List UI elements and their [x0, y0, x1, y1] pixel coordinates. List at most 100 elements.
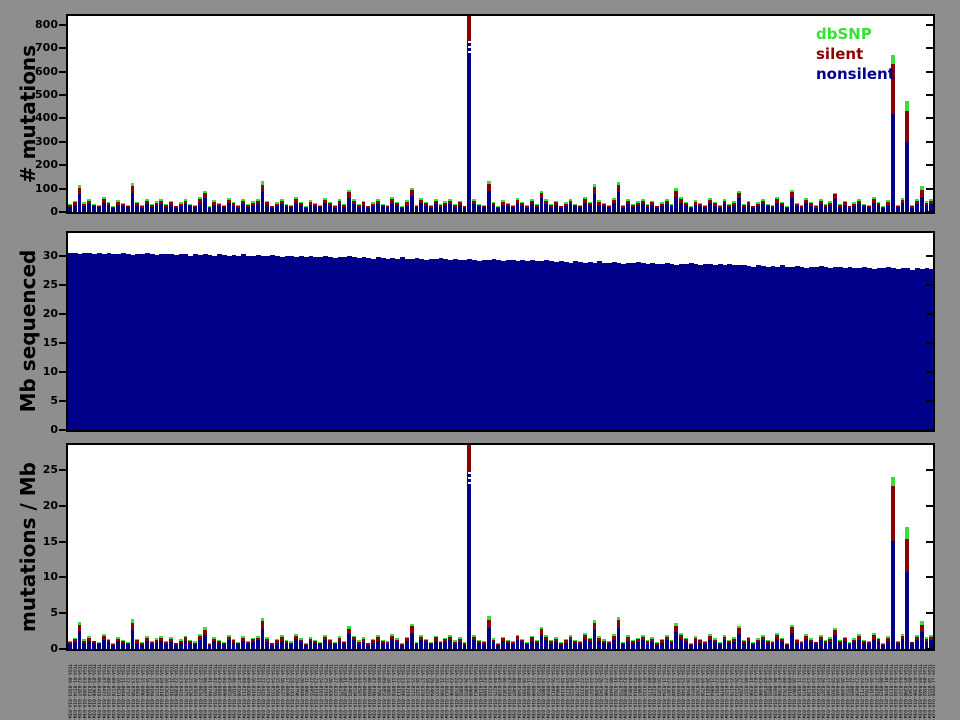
nonsilent-segment: [164, 206, 169, 212]
sample-bar: [443, 16, 448, 212]
sample-bar: [708, 16, 712, 212]
y-tick-mark: [926, 164, 933, 167]
sample-bar: [443, 445, 448, 649]
nonsilent-segment: [640, 640, 645, 649]
sample-bar: [573, 445, 578, 649]
sample-bar: [838, 445, 842, 649]
nonsilent-segment: [501, 204, 505, 212]
sample-bar: [664, 445, 669, 649]
sample-bar: [804, 16, 809, 212]
silent-segment: [616, 184, 621, 192]
y-tick-mark: [59, 47, 66, 50]
sample-bar: [279, 445, 284, 649]
nonsilent-segment: [366, 207, 371, 212]
nonsilent-segment: [568, 640, 573, 649]
sample-bar: [260, 16, 265, 212]
sample-bar: [424, 445, 428, 649]
sample-bar: [515, 445, 520, 649]
sample-bar: [279, 16, 284, 212]
nonsilent-segment: [265, 204, 270, 212]
sample-bar: [72, 16, 77, 212]
nonsilent-segment: [635, 641, 640, 649]
sample-bar: [876, 445, 881, 649]
sample-bar: [765, 16, 770, 212]
nonsilent-segment: [159, 203, 164, 212]
nonsilent-segment: [125, 207, 130, 212]
sample-bar: [390, 16, 395, 212]
sample-bar: [823, 445, 828, 649]
sample-bar: [323, 16, 327, 212]
nonsilent-segment: [323, 639, 327, 649]
sample-bar: [563, 445, 568, 649]
sample-bar: [250, 16, 255, 212]
sample-bar: [265, 16, 270, 212]
sample-bar: [650, 445, 655, 649]
nonsilent-segment: [313, 206, 318, 212]
sample-bar: [910, 445, 914, 649]
nonsilent-segment: [433, 640, 438, 649]
x-axis-sample-labels: TCGA-00-0101-01A-01W-0205-08 TCGA-01-0154…: [66, 664, 936, 720]
nonsilent-segment: [308, 641, 313, 649]
nonsilent-segment: [197, 202, 202, 212]
sample-bar: [135, 16, 140, 212]
nonsilent-segment: [530, 204, 534, 212]
sample-bar: [246, 16, 250, 212]
nonsilent-segment: [212, 641, 217, 649]
sample-bar: [602, 445, 606, 649]
nonsilent-segment: [202, 197, 207, 212]
sample-bar: [337, 445, 342, 649]
sample-bar: [881, 445, 886, 649]
nonsilent-segment: [72, 204, 77, 212]
nonsilent-segment: [265, 641, 270, 649]
nonsilent-segment: [910, 207, 914, 212]
sample-bar: [332, 445, 337, 649]
sample-bar: [611, 16, 616, 212]
nonsilent-segment: [780, 205, 785, 212]
nonsilent-segment: [250, 642, 255, 649]
sample-bar: [919, 16, 924, 212]
sample-bar: [159, 16, 164, 212]
sample-bar: [409, 445, 414, 649]
nonsilent-segment: [650, 204, 655, 212]
sample-bar: [650, 16, 655, 212]
nonsilent-segment: [481, 644, 486, 649]
sample-bar: [145, 16, 149, 212]
sample-bar: [409, 16, 414, 212]
sample-bar: [549, 445, 554, 649]
y-tick-mark: [59, 94, 66, 97]
nonsilent-segment: [727, 206, 732, 212]
sample-bar: [351, 445, 356, 649]
nonsilent-segment: [602, 206, 606, 212]
nonsilent-segment: [857, 640, 862, 649]
sample-bar: [274, 445, 279, 649]
nonsilent-segment: [173, 207, 178, 212]
sample-bar: [120, 445, 125, 649]
y-tick-label: 20: [42, 307, 58, 321]
sample-bar: [82, 445, 87, 649]
nonsilent-segment: [149, 643, 154, 649]
nonsilent-segment: [212, 204, 217, 212]
nonsilent-segment: [919, 632, 924, 649]
nonsilent-segment: [395, 205, 400, 212]
sample-bar: [775, 16, 780, 212]
sample-bar: [751, 445, 756, 649]
mutation-rate-panel: [66, 443, 935, 651]
nonsilent-segment: [140, 644, 144, 649]
y-tick-mark: [926, 469, 933, 472]
nonsilent-segment: [693, 204, 698, 212]
sample-bar: [419, 16, 424, 212]
nonsilent-segment: [222, 207, 226, 212]
nonsilent-segment: [289, 207, 294, 212]
sample-bar: [462, 445, 467, 649]
sample-bar: [789, 445, 794, 649]
sample-bar: [621, 16, 626, 212]
sample-bar: [871, 445, 876, 649]
nonsilent-segment: [371, 642, 375, 649]
sample-bar: [703, 445, 708, 649]
nonsilent-segment: [303, 645, 308, 649]
nonsilent-segment: [491, 205, 496, 212]
nonsilent-segment: [842, 641, 847, 649]
sample-bar: [626, 16, 631, 212]
sample-bar: [231, 445, 236, 649]
nonsilent-segment: [193, 644, 197, 649]
